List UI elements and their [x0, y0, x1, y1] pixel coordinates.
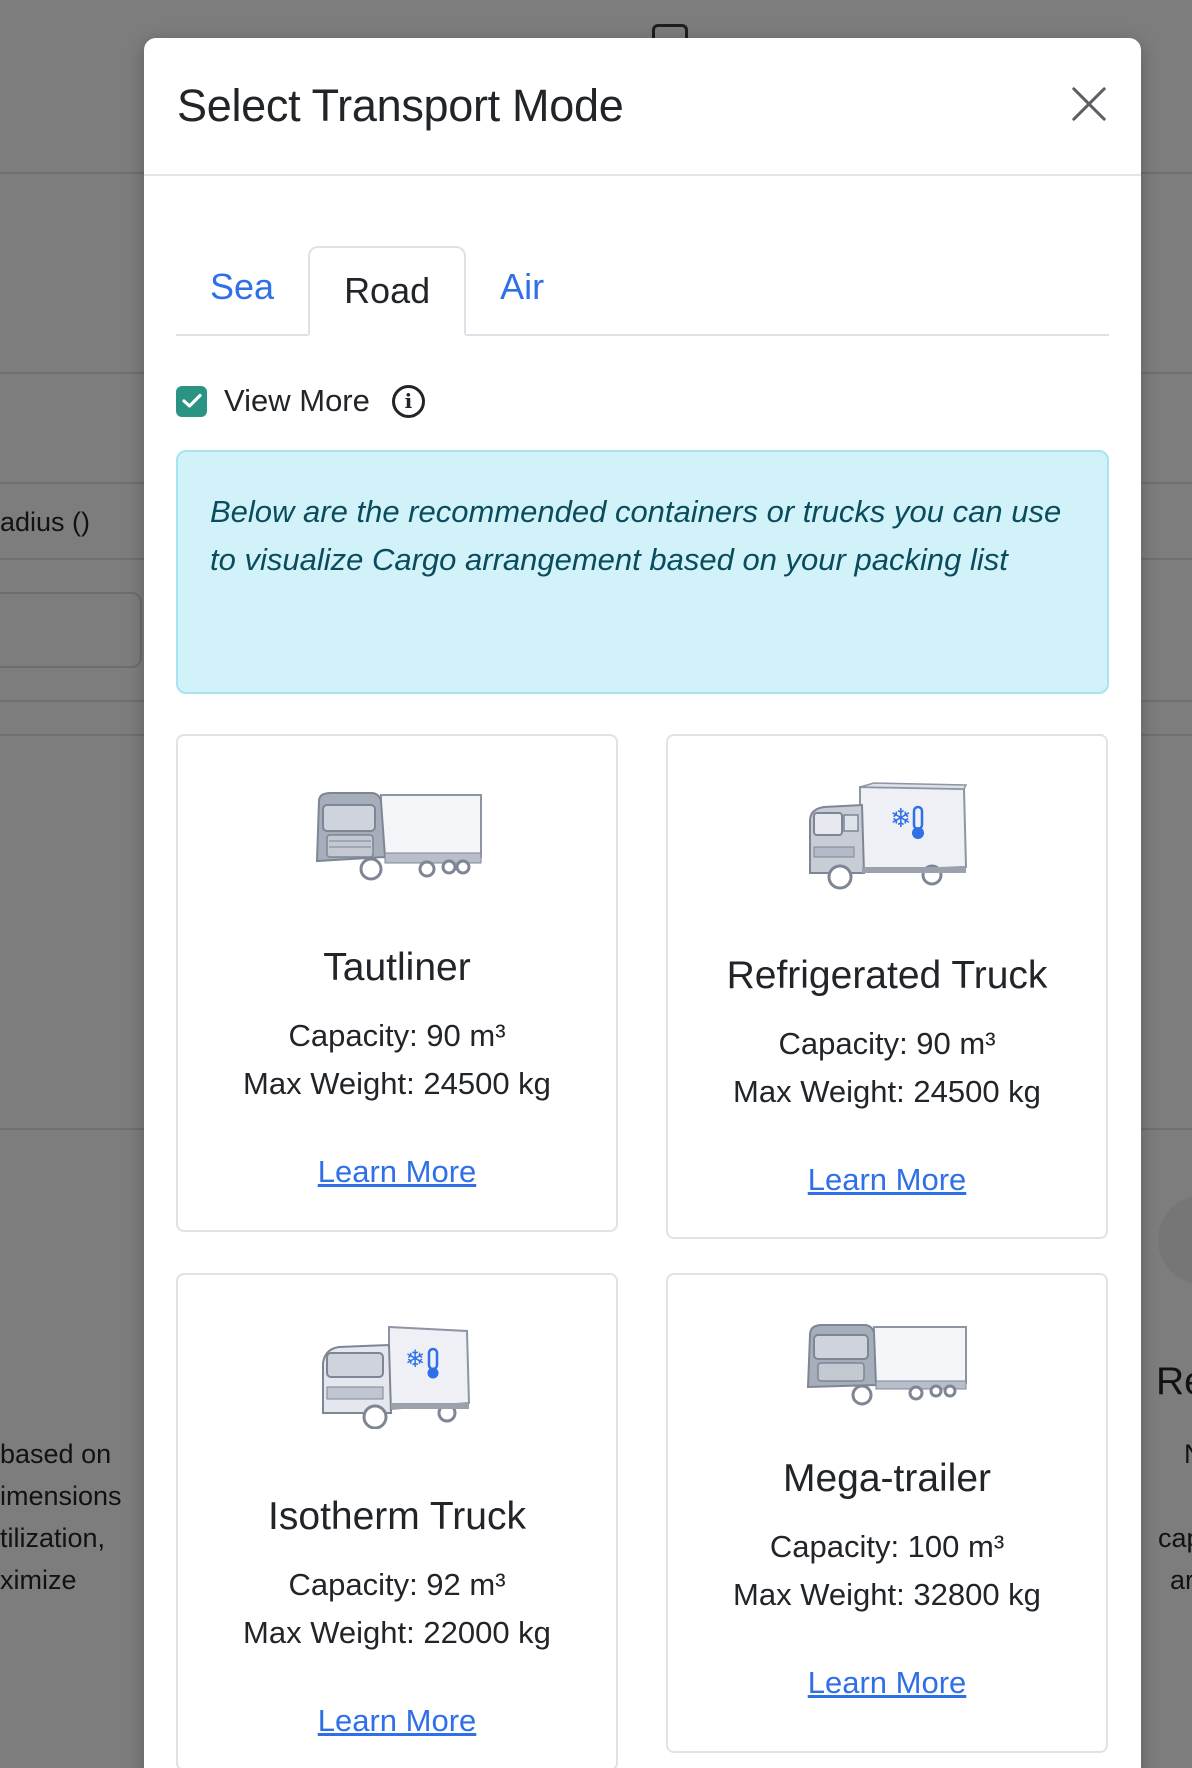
svg-text:❄: ❄ [405, 1345, 425, 1373]
background-circle-button [1158, 1195, 1192, 1285]
vehicle-title: Isotherm Truck [268, 1495, 526, 1538]
learn-more-link[interactable]: Learn More [318, 1703, 477, 1739]
vehicle-title: Refrigerated Truck [726, 954, 1048, 997]
view-more-checkbox[interactable] [176, 385, 207, 417]
refrigerated-truck-icon: ❄ [668, 762, 1106, 912]
check-icon [181, 393, 202, 408]
transport-mode-modal: Select Transport Mode Sea Road Air View … [144, 38, 1141, 1768]
vehicle-max-weight: Max Weight: 22000 kg [243, 1615, 551, 1650]
background-paragraph: based on imensions tilization, ximize [0, 1439, 122, 1595]
vehicle-title: Mega-trailer [782, 1457, 992, 1500]
background-icon [652, 24, 688, 38]
background-paragraph-right: N cap ar [1158, 1439, 1192, 1595]
vehicle-max-weight: Max Weight: 32800 kg [733, 1577, 1041, 1612]
close-button[interactable] [1067, 82, 1111, 126]
mega-trailer-truck-icon [668, 1305, 1106, 1425]
vehicle-max-weight: Max Weight: 24500 kg [733, 1074, 1041, 1109]
tautliner-truck-icon [178, 762, 616, 912]
transport-tabs: Sea Road Air [176, 228, 1109, 336]
vehicle-grid: Tautliner Capacity: 90 m³ Max Weight: 24… [176, 734, 1109, 1768]
svg-text:❄: ❄ [890, 804, 912, 834]
vehicle-card-mega-trailer[interactable]: Mega-trailer Capacity: 100 m³ Max Weight… [666, 1273, 1108, 1753]
background-input [0, 592, 142, 668]
modal-title: Select Transport Mode [177, 80, 624, 131]
info-alert: Below are the recommended containers or … [176, 450, 1109, 694]
learn-more-link[interactable]: Learn More [318, 1154, 477, 1190]
vehicle-card-tautliner[interactable]: Tautliner Capacity: 90 m³ Max Weight: 24… [176, 734, 618, 1232]
vehicle-title: Tautliner [323, 946, 471, 989]
vehicle-capacity: Capacity: 90 m³ [778, 1026, 996, 1061]
background-heading: Re [1156, 1360, 1192, 1403]
vehicle-capacity: Capacity: 92 m³ [288, 1567, 506, 1602]
view-more-label: View More [224, 383, 370, 418]
tab-air[interactable]: Air [466, 244, 578, 334]
background-label: adius () [0, 507, 91, 537]
isotherm-truck-icon: ❄ [178, 1301, 616, 1451]
tab-road[interactable]: Road [308, 246, 467, 336]
vehicle-max-weight: Max Weight: 24500 kg [243, 1066, 551, 1101]
tab-sea[interactable]: Sea [176, 244, 308, 334]
vehicle-card-refrigerated-truck[interactable]: ❄ Refrigerated Truck Capacity: 90 m³ Max… [666, 734, 1108, 1239]
modal-body: Sea Road Air View More i Below are the r… [144, 176, 1141, 1768]
vehicle-card-isotherm-truck[interactable]: ❄ Isotherm Truck Capacity: 92 m³ Max Wei… [176, 1273, 618, 1768]
vehicle-capacity: Capacity: 100 m³ [769, 1529, 1005, 1564]
learn-more-link[interactable]: Learn More [808, 1665, 967, 1701]
info-icon[interactable]: i [391, 384, 425, 418]
learn-more-link[interactable]: Learn More [808, 1162, 967, 1198]
view-more-toggle: View More i [176, 383, 1109, 418]
modal-header: Select Transport Mode [144, 38, 1141, 176]
vehicle-capacity: Capacity: 90 m³ [288, 1018, 506, 1053]
